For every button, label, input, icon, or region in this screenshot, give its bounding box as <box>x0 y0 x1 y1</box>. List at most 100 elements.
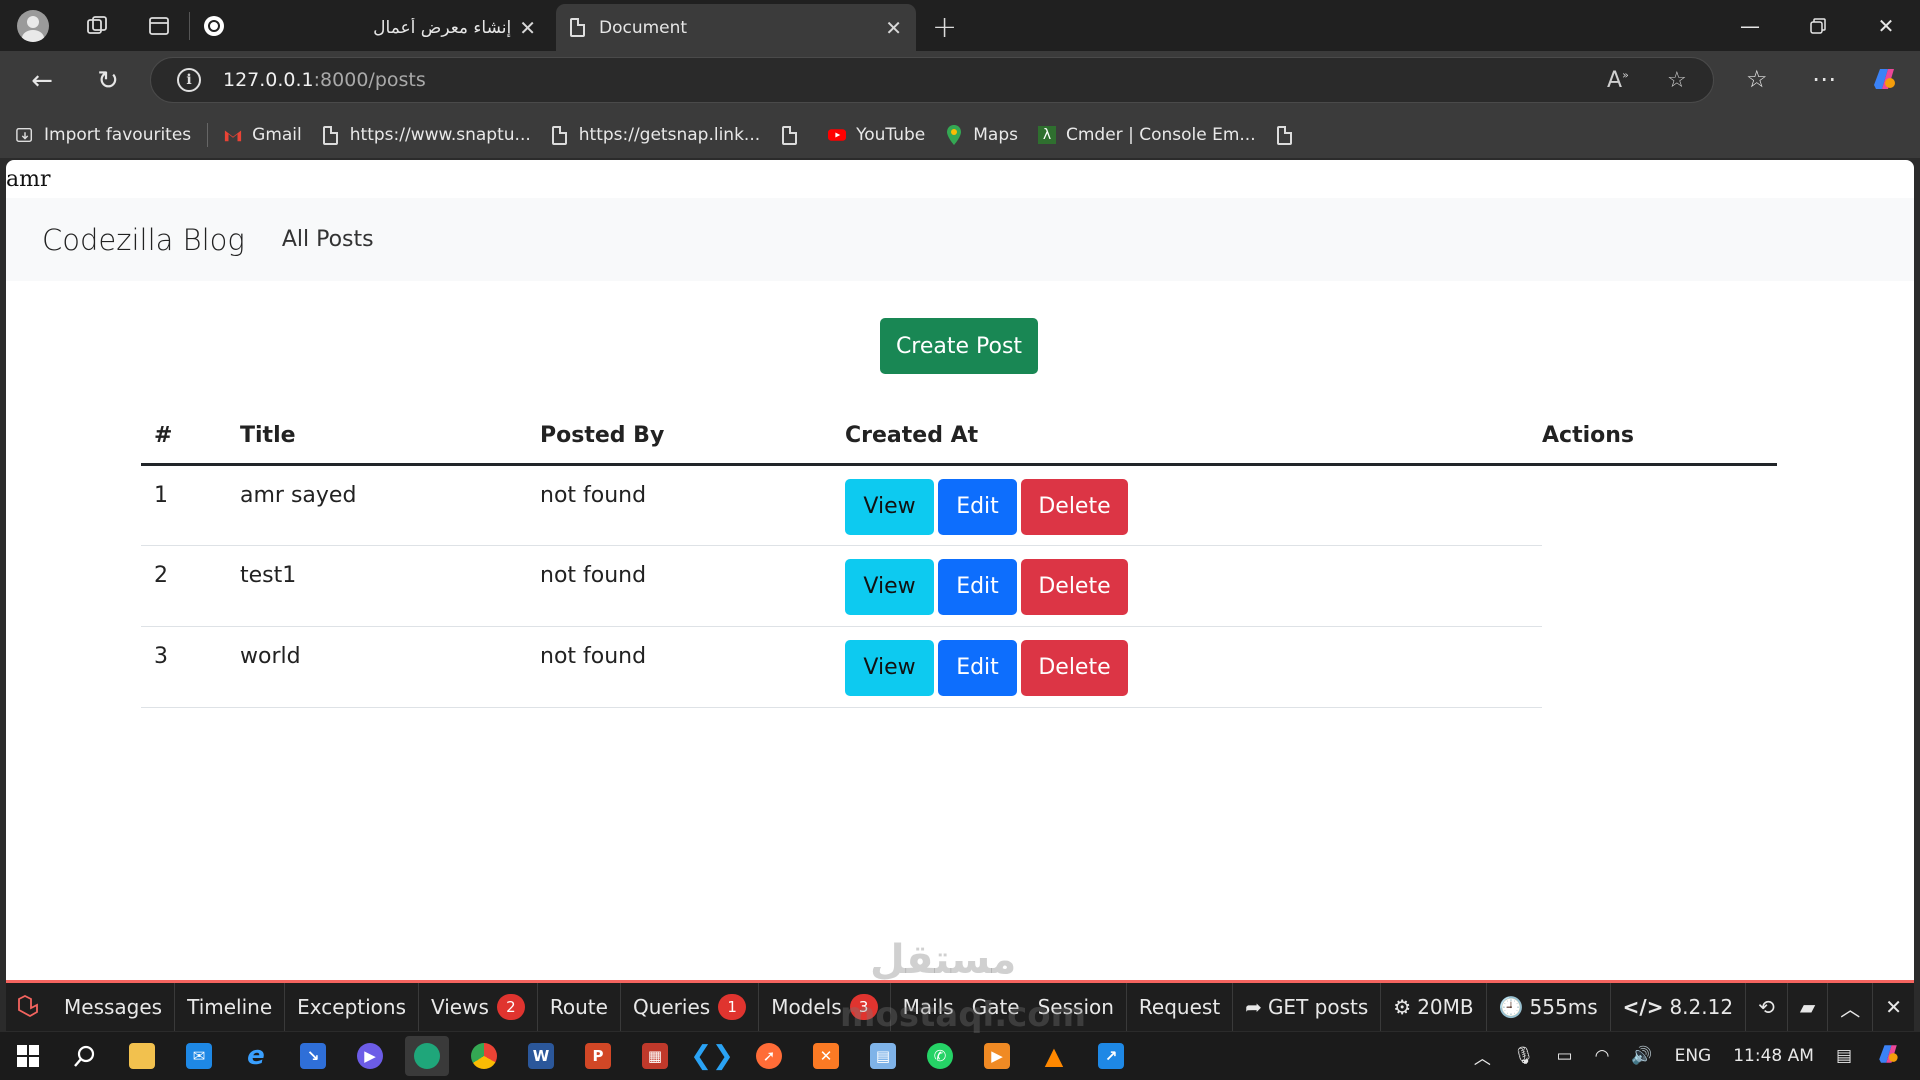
more-options-icon[interactable]: ⋯ <box>1812 65 1838 93</box>
history-icon[interactable]: ⟲ <box>1746 983 1788 1031</box>
chevron-up-icon[interactable]: ︿ <box>1474 1044 1491 1069</box>
debugbar-tab-messages[interactable]: Messages <box>52 983 176 1031</box>
postman-icon[interactable]: ➚ <box>747 1036 791 1076</box>
restore-icon[interactable] <box>1784 0 1852 51</box>
edge-icon[interactable] <box>405 1036 449 1076</box>
whatsapp-icon[interactable]: ✆ <box>918 1036 962 1076</box>
tab-document[interactable]: Document ✕ <box>556 4 916 51</box>
workspaces-icon[interactable] <box>85 14 109 38</box>
navbar-brand[interactable]: Codezilla Blog <box>42 223 245 257</box>
debugbar-tab-timeline[interactable]: Timeline <box>175 983 286 1031</box>
code-icon: </> <box>1622 995 1664 1019</box>
delete-button[interactable]: Delete <box>1021 639 1128 696</box>
windows-start-icon[interactable] <box>6 1036 50 1076</box>
app-red-icon[interactable]: ▦ <box>633 1036 677 1076</box>
tab-arabic[interactable]: إنشاء معرض أعمال ✕ <box>356 4 550 51</box>
favorite-star-icon[interactable]: ☆ <box>1667 68 1687 93</box>
app-blue-icon[interactable]: ▤ <box>861 1036 905 1076</box>
minimize-icon[interactable]: — <box>1716 0 1784 51</box>
read-aloud-icon[interactable]: A» <box>1607 68 1629 93</box>
close-icon[interactable]: ✕ <box>519 16 536 40</box>
profile-avatar[interactable] <box>17 9 49 42</box>
delete-button[interactable]: Delete <box>1021 478 1128 535</box>
vlc-icon[interactable]: ▲ <box>1032 1036 1076 1076</box>
bookmark-cmder[interactable]: λ Cmder | Console Em... <box>1028 112 1266 158</box>
search-icon[interactable] <box>63 1036 107 1076</box>
new-tab-plus-icon[interactable]: + <box>932 10 957 45</box>
internet-explorer-icon[interactable]: e <box>234 1036 278 1076</box>
bookmark-untitled-2[interactable] <box>1266 112 1314 158</box>
app-arrow-icon[interactable]: ↗ <box>1089 1036 1133 1076</box>
debugbar-memory: ⚙ 20MB <box>1381 983 1487 1031</box>
file-explorer-icon[interactable] <box>120 1036 164 1076</box>
wifi-icon[interactable]: ◠ <box>1595 1046 1610 1066</box>
column-header-number: # <box>141 396 240 466</box>
debugbar-tab-session[interactable]: Session <box>1026 983 1127 1031</box>
word-icon[interactable]: W <box>519 1036 563 1076</box>
debugbar-tab-request[interactable]: Request <box>1127 983 1234 1031</box>
view-button[interactable]: View <box>845 639 934 696</box>
edit-button[interactable]: Edit <box>938 478 1017 535</box>
debugbar-tab-models[interactable]: Models 3 <box>759 983 891 1031</box>
tab-label: Document <box>599 17 688 38</box>
view-button[interactable]: View <box>845 558 934 615</box>
laravel-logo-icon[interactable] <box>6 994 52 1020</box>
chevron-up-icon[interactable]: ︿ <box>1828 983 1874 1031</box>
back-arrow-icon[interactable]: ← <box>26 65 58 97</box>
app-purple-icon[interactable]: ▶ <box>348 1036 392 1076</box>
language-indicator[interactable]: ENG <box>1675 1046 1712 1066</box>
bookmark-maps[interactable]: Maps <box>935 112 1028 158</box>
chrome-icon[interactable] <box>462 1036 506 1076</box>
microphone-icon[interactable]: 🎙 <box>1513 1046 1535 1066</box>
url-field[interactable]: i 127.0.0.1:8000/posts A» ☆ <box>150 57 1714 103</box>
copilot-tray-icon[interactable] <box>1874 1040 1902 1073</box>
debugbar-request-method[interactable]: ➦ GET posts <box>1233 983 1382 1031</box>
youtube-icon <box>828 125 847 145</box>
debugbar-tab-exceptions[interactable]: Exceptions <box>285 983 419 1031</box>
powerpoint-icon[interactable]: P <box>576 1036 620 1076</box>
edit-button[interactable]: Edit <box>938 639 1017 696</box>
system-tray: ︿ 🎙 ▭ ◠ 🔊 ENG 11:48 AM ▤ <box>1474 1032 1920 1080</box>
close-icon[interactable]: ✕ <box>885 16 902 40</box>
volume-icon[interactable]: 🔊 <box>1631 1046 1652 1066</box>
bookmark-getsnap[interactable]: https://getsnap.link... <box>541 112 770 158</box>
bookmark-import-favourites[interactable]: Import favourites <box>6 112 201 158</box>
copilot-icon[interactable] <box>1868 63 1900 101</box>
refresh-icon[interactable]: ↻ <box>92 65 124 97</box>
debugbar-tab-mails[interactable]: Mails <box>891 983 966 1031</box>
debugbar-tab-gate[interactable]: Gate <box>966 983 1026 1031</box>
media-player-icon[interactable]: ▶ <box>975 1036 1019 1076</box>
bookmark-snaptu[interactable]: https://www.snaptu... <box>312 112 541 158</box>
app-icon[interactable]: ↘ <box>291 1036 335 1076</box>
share-arrow-icon: ➦ <box>1245 995 1262 1019</box>
create-post-button[interactable]: Create Post <box>880 318 1038 374</box>
mail-icon[interactable]: ✉ <box>177 1036 221 1076</box>
column-header-title: Title <box>240 396 540 466</box>
vscode-icon[interactable]: ❮❯ <box>690 1036 734 1076</box>
debugbar-tab-route[interactable]: Route <box>538 983 621 1031</box>
close-debugbar-icon[interactable]: ✕ <box>1873 983 1914 1031</box>
favorites-icon[interactable]: ☆ <box>1746 65 1768 93</box>
cell-number: 3 <box>141 626 240 708</box>
site-info-icon[interactable]: i <box>177 68 201 92</box>
bookmark-gmail[interactable]: Gmail <box>214 112 312 158</box>
battery-icon[interactable]: ▭ <box>1557 1046 1573 1066</box>
edit-button[interactable]: Edit <box>938 558 1017 615</box>
view-button[interactable]: View <box>845 478 934 535</box>
tab-label: إنشاء معرض أعمال <box>373 17 512 38</box>
window-close-icon[interactable]: ✕ <box>1852 0 1920 51</box>
tab-actions-icon[interactable] <box>147 14 171 38</box>
delete-button[interactable]: Delete <box>1021 558 1128 615</box>
clock-time[interactable]: 11:48 AM <box>1733 1046 1814 1066</box>
bookmark-untitled[interactable] <box>770 112 818 158</box>
debugbar-tab-views[interactable]: Views 2 <box>419 983 538 1031</box>
bookmarks-bar: Import favourites Gmail https://www.snap… <box>0 112 1920 158</box>
debugbar-tab-queries[interactable]: Queries 1 <box>621 983 760 1031</box>
notifications-icon[interactable]: ▤ <box>1836 1046 1852 1066</box>
xampp-icon[interactable]: ✕ <box>804 1036 848 1076</box>
nav-link-all-posts[interactable]: All Posts <box>282 227 374 252</box>
chatgpt-tab-icon[interactable] <box>202 14 226 38</box>
folder-open-icon[interactable]: ▰ <box>1788 983 1829 1031</box>
bookmark-youtube[interactable]: YouTube <box>818 112 935 158</box>
table-row: 2 test1 not found View Edit Delete <box>141 545 1777 627</box>
